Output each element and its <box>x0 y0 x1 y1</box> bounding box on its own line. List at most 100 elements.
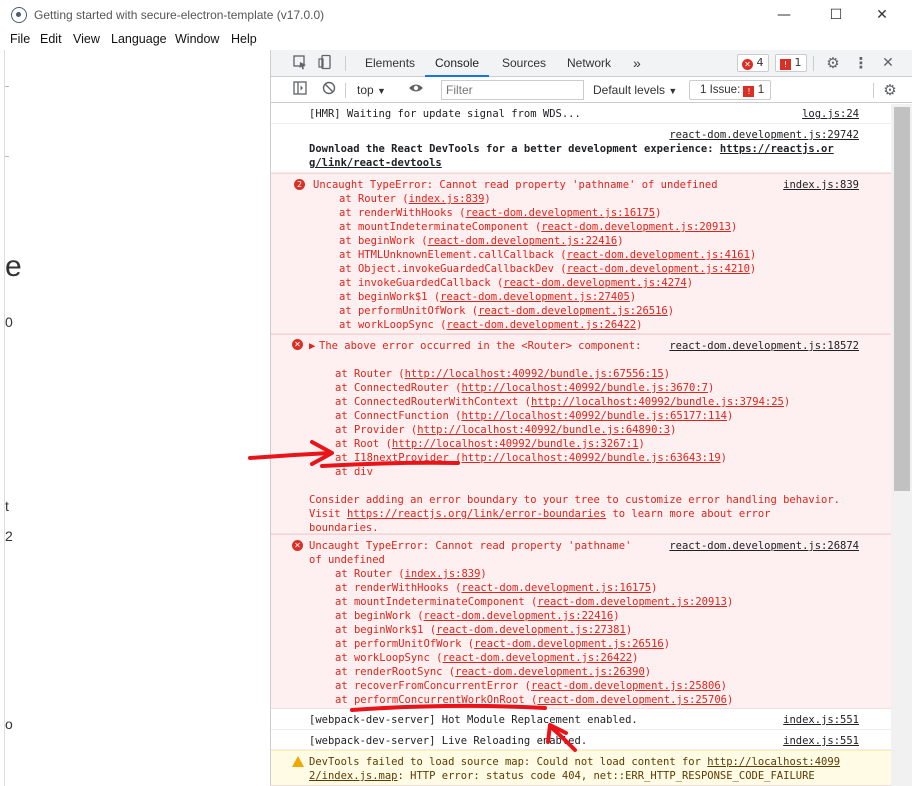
more-tabs-button[interactable]: » <box>633 50 641 77</box>
source-link[interactable]: index.js:551 <box>783 734 859 748</box>
electron-app-icon <box>11 7 27 23</box>
source-link[interactable]: react-dom.development.js:29742 <box>669 128 859 142</box>
stack-frame-link[interactable]: react-dom.development.js:26390 <box>455 666 645 678</box>
source-link[interactable]: index.js:551 <box>783 713 859 727</box>
console-toolbar: top ▼ Filter Default levels ▼ 1 Issue: !… <box>271 78 912 103</box>
issues-label: 1 Issue: <box>700 84 741 96</box>
stack-frame-link[interactable]: http://localhost:40992/bundle.js:67556:1… <box>405 368 664 380</box>
stack-frame-link[interactable]: react-dom.development.js:16175 <box>465 207 655 219</box>
source-link[interactable]: react-dom.development.js:26874 <box>669 539 859 553</box>
devtools-download-link[interactable]: https://reactjs.or <box>720 143 834 155</box>
window-titlebar: Getting started with secure-electron-tem… <box>0 0 912 30</box>
inspect-element-icon[interactable] <box>291 54 309 72</box>
error-text: Consider adding an error boundary to you… <box>309 494 841 506</box>
source-link[interactable]: react-dom.development.js:18572 <box>669 339 859 353</box>
stack-frame: at invokeGuardedCallback (react-dom.deve… <box>339 277 694 289</box>
source-link[interactable]: log.js:24 <box>802 107 859 121</box>
issues-button[interactable]: 1 Issue: ! 1 <box>689 80 771 100</box>
context-selector[interactable]: top ▼ <box>357 83 386 97</box>
console-error-message: ✕ ▶ The above error occurred in the <Rou… <box>271 334 891 534</box>
stack-frame-link[interactable]: react-dom.development.js:26516 <box>474 638 664 650</box>
stack-frame-link[interactable]: react-dom.development.js:26516 <box>478 305 668 317</box>
clear-console-icon[interactable] <box>320 81 338 99</box>
console-filter-input[interactable]: Filter <box>441 80 584 100</box>
console-warning-message: DevTools failed to load source map: Coul… <box>271 750 891 786</box>
menu-help[interactable]: Help <box>231 32 257 46</box>
stack-frame-link[interactable]: react-dom.development.js:22416 <box>424 610 614 622</box>
scrollbar-thumb[interactable] <box>891 104 912 494</box>
stack-frame-function: performUnitOfWork <box>357 305 466 317</box>
maximize-button[interactable]: ☐ <box>818 3 854 27</box>
stack-frame-link[interactable]: react-dom.development.js:25806 <box>531 680 721 692</box>
live-expression-eye-icon[interactable] <box>407 81 425 99</box>
menu-window[interactable]: Window <box>175 32 219 46</box>
stack-frame: at performUnitOfWork (react-dom.developm… <box>335 638 671 650</box>
stack-frame-link[interactable]: react-dom.development.js:25706 <box>537 694 727 706</box>
stack-frame-link[interactable]: http://localhost:40992/bundle.js:3670:7 <box>461 382 708 394</box>
stack-frame: at workLoopSync (react-dom.development.j… <box>339 319 643 331</box>
settings-gear-icon[interactable]: ⚙ <box>824 54 842 72</box>
expand-arrow-icon[interactable]: ▶ <box>309 339 315 353</box>
sidebar-toggle-icon[interactable] <box>291 81 309 99</box>
edge-glyph: 0 <box>5 314 13 330</box>
issues-count: 1 <box>757 84 765 96</box>
menu-view[interactable]: View <box>73 32 100 46</box>
error-boundaries-link[interactable]: https://reactjs.org/link/error-boundarie… <box>347 508 606 520</box>
stack-frame-link[interactable]: react-dom.development.js:27381 <box>436 624 626 636</box>
tab-elements[interactable]: Elements <box>365 50 415 77</box>
warning-text: DevTools failed to load source map: Coul… <box>309 756 841 768</box>
stack-frame-link[interactable]: react-dom.development.js:4210 <box>567 263 750 275</box>
stack-frame-link[interactable]: http://localhost:40992/bundle.js:64890:3 <box>417 424 670 436</box>
tab-network[interactable]: Network <box>567 50 611 77</box>
stack-frame-link[interactable]: react-dom.development.js:27405 <box>440 291 630 303</box>
console-scrollbar[interactable] <box>891 104 912 786</box>
edge-glyph-heading: e <box>5 250 22 283</box>
devtools-panel: Elements Console Sources Network » ✕ 4 !… <box>270 50 912 786</box>
stack-frame: at beginWork (react-dom.development.js:2… <box>339 235 624 247</box>
menu-language[interactable]: Language <box>111 32 167 46</box>
stack-frame-link[interactable]: http://localhost:40992/bundle.js:3794:25 <box>531 396 784 408</box>
console-message: [webpack-dev-server] Hot Module Replacem… <box>271 709 891 730</box>
stack-frame: at Router (index.js:839) <box>339 193 491 205</box>
console-message: [HMR] Waiting for update signal from WDS… <box>271 104 891 124</box>
more-options-icon[interactable]: ⋮ <box>852 54 870 72</box>
stack-frame-link[interactable]: react-dom.development.js:22416 <box>428 235 618 247</box>
tab-sources[interactable]: Sources <box>502 50 546 77</box>
log-levels-dropdown[interactable]: Default levels ▼ <box>593 83 677 97</box>
stack-frame-link[interactable]: react-dom.development.js:26422 <box>446 319 636 331</box>
source-map-link[interactable]: 2/index.js.map <box>309 770 398 782</box>
menu-edit[interactable]: Edit <box>40 32 62 46</box>
menu-bar: File Edit View Language Window Help <box>0 30 270 50</box>
devtools-download-link[interactable]: g/link/react-devtools <box>309 157 442 169</box>
close-button[interactable]: ✕ <box>864 3 900 27</box>
issue-counter[interactable]: ! 1 <box>775 54 807 72</box>
stack-frame-link[interactable]: react-dom.development.js:20913 <box>537 596 727 608</box>
stack-frame-link[interactable]: index.js:839 <box>405 568 481 580</box>
console-settings-gear-icon[interactable]: ⚙ <box>881 81 899 99</box>
stack-frame: at beginWork$1 (react-dom.development.js… <box>339 291 637 303</box>
error-counter[interactable]: ✕ 4 <box>737 54 769 72</box>
stack-frame-link[interactable]: react-dom.development.js:4161 <box>567 249 750 261</box>
stack-frame-link[interactable]: index.js:839 <box>409 193 485 205</box>
stack-frame-link[interactable]: http://localhost:40992/bundle.js:63643:1… <box>461 452 720 464</box>
stack-frame-link[interactable]: react-dom.development.js:4274 <box>503 277 686 289</box>
stack-frame-link[interactable]: http://localhost:40992/bundle.js:65177:1… <box>461 410 727 422</box>
tab-separator <box>345 56 346 71</box>
tab-console[interactable]: Console <box>425 50 490 77</box>
stack-frame-link[interactable]: react-dom.development.js:26422 <box>442 652 632 664</box>
error-x-icon: ✕ <box>292 339 303 350</box>
dropdown-arrow-icon: ▼ <box>377 86 386 96</box>
device-toolbar-icon[interactable] <box>317 54 335 72</box>
stack-frame-link[interactable]: react-dom.development.js:20913 <box>541 221 731 233</box>
issue-flag-icon: ! <box>743 86 755 97</box>
source-map-link[interactable]: http://localhost:4099 <box>707 756 840 768</box>
close-devtools-icon[interactable]: ✕ <box>879 54 897 72</box>
source-link[interactable]: index.js:839 <box>783 178 859 192</box>
warning-text: 2/index.js.map: HTTP error: status code … <box>309 770 815 782</box>
minimize-button[interactable]: — <box>766 3 802 27</box>
stack-frame-function: beginWork <box>357 235 415 247</box>
stack-frame-function: Router <box>357 193 396 205</box>
menu-file[interactable]: File <box>10 32 30 46</box>
stack-frame-link[interactable]: http://localhost:40992/bundle.js:3267:1 <box>392 438 639 450</box>
stack-frame-link[interactable]: react-dom.development.js:16175 <box>461 582 651 594</box>
